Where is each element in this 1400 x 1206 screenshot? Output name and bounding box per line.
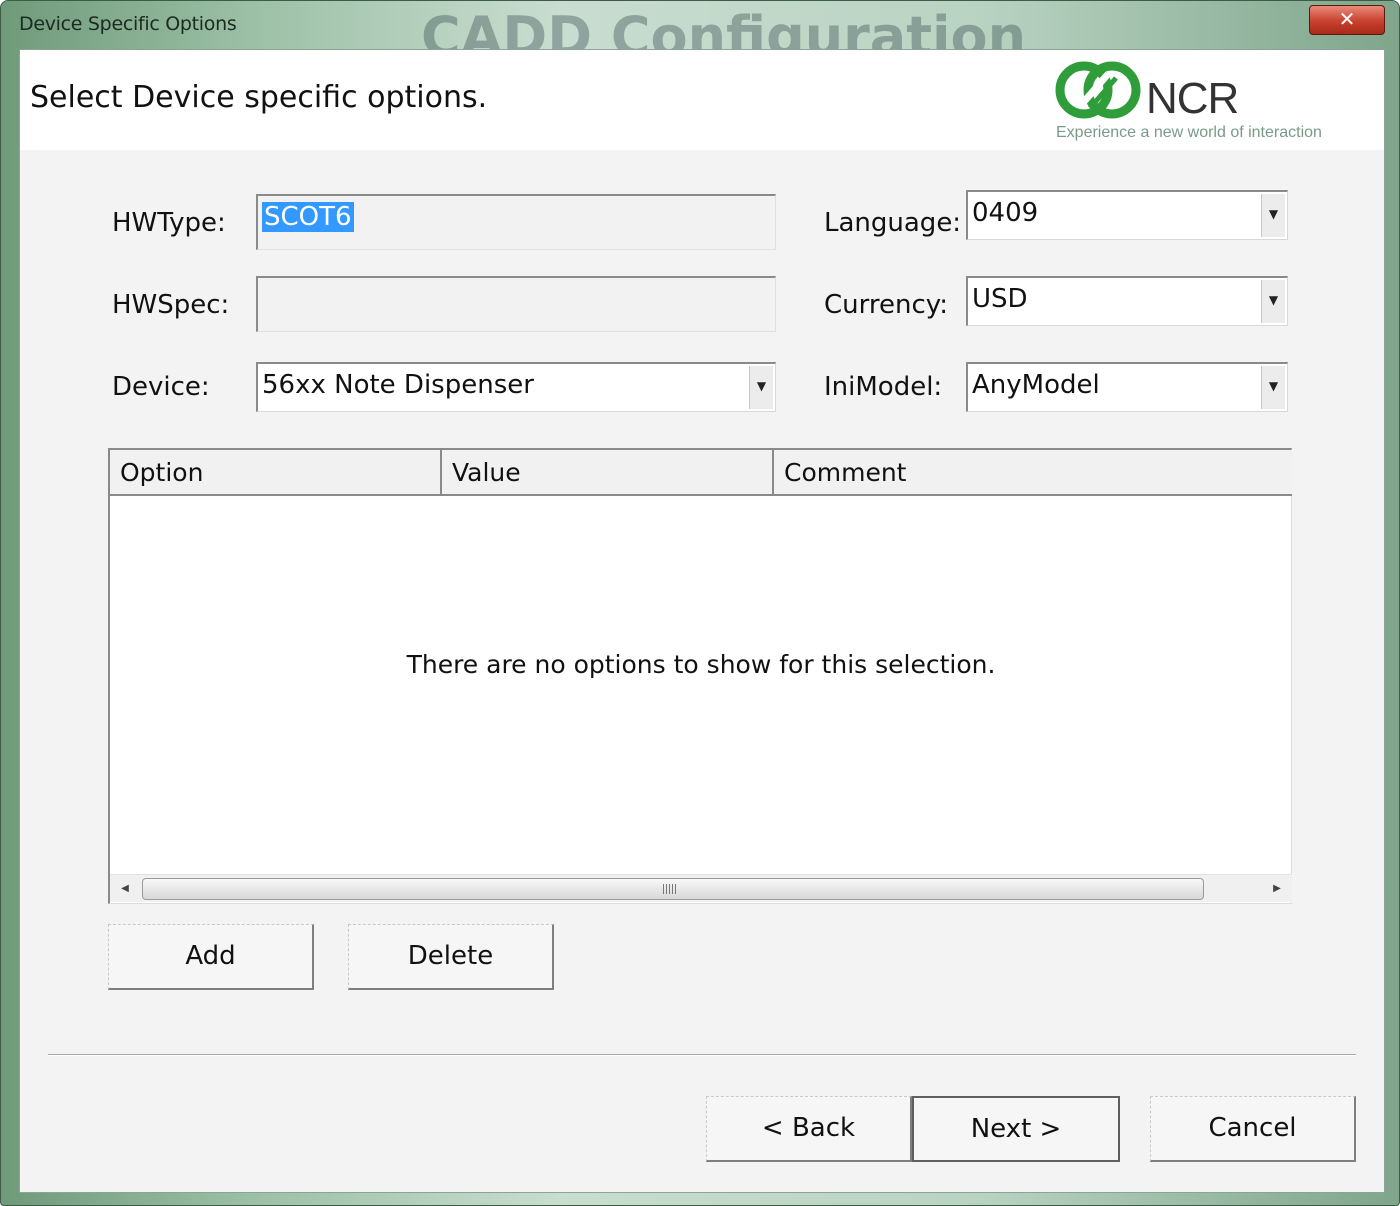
arrow-left-icon[interactable]: ◀ (110, 875, 140, 903)
grip-icon (663, 884, 677, 894)
chevron-down-icon[interactable]: ▼ (1261, 280, 1285, 323)
inimodel-label: IniModel: (824, 372, 943, 402)
inimodel-value: AnyModel (972, 370, 1100, 400)
column-header-option[interactable]: Option (110, 450, 442, 494)
currency-label: Currency: (824, 290, 949, 320)
chevron-down-icon[interactable]: ▼ (1261, 366, 1285, 409)
ncr-logo: NCR Experience a new world of interactio… (1054, 60, 1374, 150)
hwspec-label: HWSpec: (112, 290, 230, 320)
column-header-comment[interactable]: Comment (774, 450, 1292, 494)
column-header-value[interactable]: Value (442, 450, 774, 494)
logo-wordmark: NCR (1146, 74, 1239, 123)
device-value: 56xx Note Dispenser (262, 370, 534, 400)
language-label: Language: (824, 208, 962, 238)
language-dropdown[interactable]: 0409 ▼ (966, 190, 1288, 240)
background-window-title: CADD Configuration (421, 5, 1027, 49)
language-value: 0409 (972, 198, 1039, 228)
close-icon: ✕ (1338, 7, 1356, 31)
hwtype-value: SCOT6 (262, 202, 354, 232)
logo-tagline: Experience a new world of interaction (1056, 124, 1322, 141)
currency-value: USD (972, 284, 1028, 314)
window-title: Device Specific Options (19, 13, 237, 35)
chevron-down-icon[interactable]: ▼ (1261, 194, 1285, 237)
grid-empty-message: There are no options to show for this se… (406, 650, 996, 679)
title-bar: CADD Configuration Device Specific Optio… (1, 1, 1400, 49)
device-dropdown[interactable]: 56xx Note Dispenser ▼ (256, 362, 776, 412)
currency-dropdown[interactable]: USD ▼ (966, 276, 1288, 326)
close-button[interactable]: ✕ (1309, 5, 1385, 35)
grid-header: Option Value Comment (110, 450, 1292, 496)
add-button[interactable]: Add (108, 924, 314, 990)
chevron-down-icon[interactable]: ▼ (749, 366, 773, 409)
cancel-button[interactable]: Cancel (1150, 1096, 1356, 1162)
back-button[interactable]: < Back (706, 1096, 912, 1162)
arrow-right-icon[interactable]: ▶ (1262, 875, 1292, 903)
hwspec-field[interactable] (256, 276, 776, 332)
dialog-window: CADD Configuration Device Specific Optio… (0, 0, 1400, 1206)
options-grid[interactable]: Option Value Comment There are no option… (108, 448, 1292, 904)
hwtype-field[interactable]: SCOT6 (256, 194, 776, 250)
hwtype-label: HWType: (112, 208, 226, 238)
next-button[interactable]: Next > (912, 1096, 1120, 1162)
dialog-client-area: Select Device specific options. NCR Expe… (19, 49, 1385, 1193)
divider (48, 1054, 1356, 1056)
device-label: Device: (112, 372, 210, 402)
ncr-logo-icon (1055, 61, 1141, 119)
wizard-header: Select Device specific options. NCR Expe… (20, 50, 1384, 150)
inimodel-dropdown[interactable]: AnyModel ▼ (966, 362, 1288, 412)
horizontal-scrollbar[interactable]: ◀ ▶ (110, 874, 1292, 902)
page-title: Select Device specific options. (30, 80, 488, 115)
delete-button[interactable]: Delete (348, 924, 554, 990)
scrollbar-thumb[interactable] (142, 878, 1204, 900)
